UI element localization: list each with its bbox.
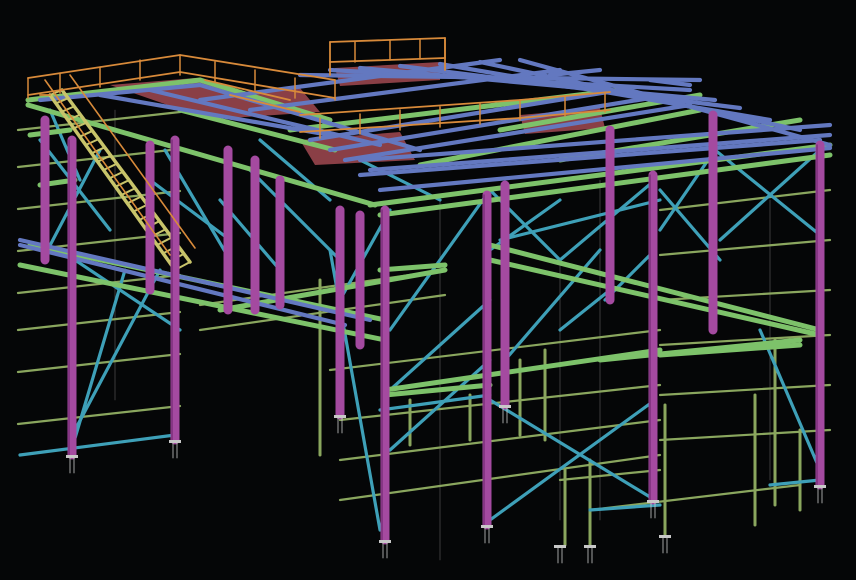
secondary-beam (328, 328, 662, 372)
base-plate (379, 540, 391, 543)
base-plate (66, 455, 78, 458)
base-plate (554, 545, 566, 548)
base-plate (169, 440, 181, 443)
base-plate (499, 405, 511, 408)
bracing-member (18, 433, 177, 457)
main-beam (27, 127, 73, 138)
secondary-beams-layer (16, 110, 832, 547)
handrail (329, 37, 446, 43)
side-girt (16, 404, 182, 426)
steel-structure-3d-model (0, 0, 856, 580)
bracing-member (488, 398, 657, 502)
base-plate (584, 545, 596, 548)
base-plate (334, 415, 346, 418)
secondary-beam (658, 383, 832, 397)
base-plate (659, 535, 671, 538)
bracing-member (758, 328, 822, 472)
columns-layer (40, 110, 825, 545)
base-plate (814, 485, 826, 488)
handrail (329, 57, 446, 63)
bracing-member (768, 478, 822, 487)
bracing-member (498, 198, 662, 242)
secondary-beam (658, 238, 832, 257)
base-plate (647, 500, 659, 503)
base-plate (481, 525, 493, 528)
bracing-member (558, 288, 612, 332)
